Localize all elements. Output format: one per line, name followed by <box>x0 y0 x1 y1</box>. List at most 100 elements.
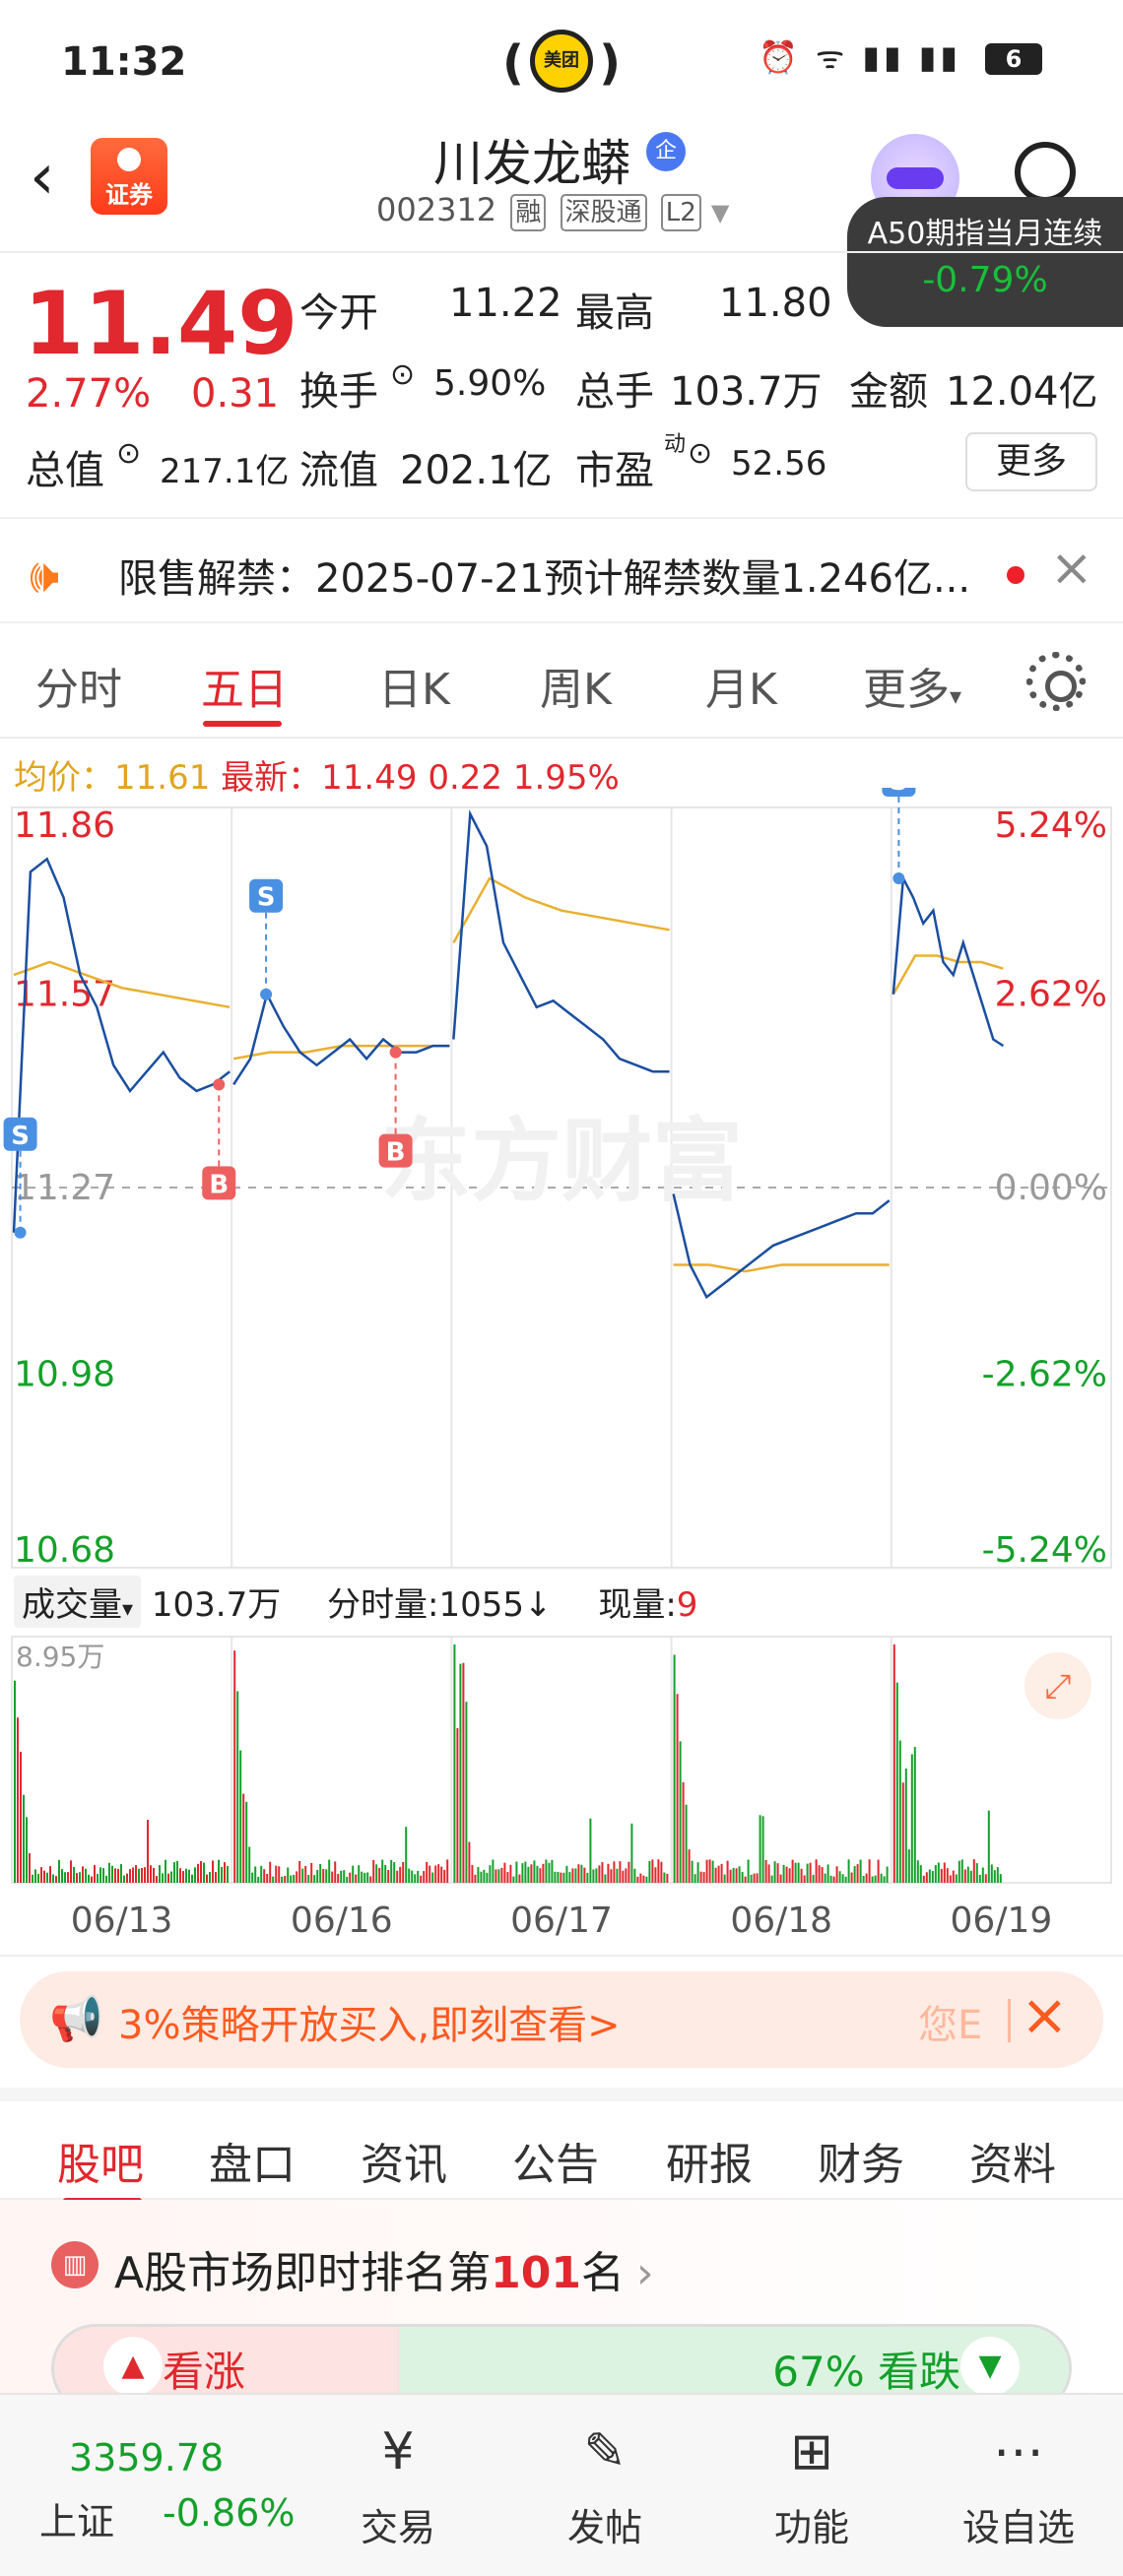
quote-panel: 11.49 2.77% 0.31 今开 11.22 最高 11.80 换手 ⊙ … <box>0 251 1123 497</box>
bull-label[interactable]: 看涨 <box>163 2339 245 2399</box>
back-icon[interactable]: ‹ <box>30 146 55 209</box>
volume-bar <box>720 1863 723 1883</box>
index-name[interactable]: 上证 <box>39 2491 114 2545</box>
x-label: 06/16 <box>291 1900 393 1941</box>
price-line-06/17 <box>452 808 670 1073</box>
nav-add-watchlist[interactable]: ⋯ 设自选 <box>950 2422 1088 2551</box>
volume-bar <box>369 1876 372 1883</box>
tab-monthly-k[interactable]: 月K <box>705 654 777 717</box>
tab-daily-k[interactable]: 日K <box>378 654 450 717</box>
promo-text[interactable]: 3%策略开放买入,即刻查看> <box>118 1993 621 2050</box>
volume-bar <box>619 1861 622 1883</box>
tab-guba[interactable]: 股吧 <box>57 2129 144 2192</box>
volume-bar <box>826 1864 829 1883</box>
volume-bar <box>993 1870 996 1883</box>
marker-label: S <box>890 788 908 797</box>
tab-announcement[interactable]: 公告 <box>512 2129 599 2192</box>
tab-finance[interactable]: 财务 <box>818 2129 904 2192</box>
volume-bar <box>215 1872 217 1883</box>
volume-bar <box>782 1865 785 1883</box>
info-icon[interactable]: ⊙ <box>688 436 712 471</box>
promo-banner[interactable]: 📢 3%策略开放买入,即刻查看> 您E × <box>20 1971 1103 2068</box>
tab-weekly-k[interactable]: 周K <box>540 654 612 717</box>
vote-down-icon[interactable]: ▼ <box>960 2337 1020 2396</box>
volume-bar <box>91 1876 93 1883</box>
volume-bar <box>943 1862 946 1883</box>
volume-bar <box>396 1870 399 1883</box>
volume-bar <box>352 1865 355 1883</box>
notice-bar[interactable]: 🕪 限售解禁：2025-07-21预计解禁数量1.246亿... × <box>0 517 1123 623</box>
tab-profile[interactable]: 资料 <box>969 2129 1056 2192</box>
more-button[interactable]: 更多 <box>965 432 1097 491</box>
search-icon[interactable] <box>1015 142 1076 203</box>
volume-bar <box>14 1680 16 1883</box>
volume-bar <box>636 1876 639 1883</box>
volume-panel-frame <box>11 1636 1112 1884</box>
volume-bar <box>156 1876 158 1883</box>
volume-bar <box>963 1869 966 1883</box>
volume-bar <box>898 1740 901 1883</box>
app-logo[interactable]: 证券 <box>91 138 167 215</box>
volume-bar <box>82 1866 84 1883</box>
info-icon[interactable]: ⊙ <box>116 436 141 471</box>
bear-label[interactable]: 67% 看跌 <box>772 2339 960 2399</box>
market-rank-card[interactable]: ▥ A股市场即时排名第101名 › ▲ 看涨 67% 看跌 ▼ <box>0 2200 1123 2413</box>
index-value[interactable]: 3359.78 <box>69 2436 224 2479</box>
app-logo-text: 证券 <box>105 181 153 209</box>
tab-research[interactable]: 研报 <box>666 2129 753 2192</box>
tab-five-day[interactable]: 五日 <box>201 654 288 717</box>
speaker-icon: 🕪 <box>30 548 60 604</box>
volume-bar <box>281 1876 284 1883</box>
dropdown-icon[interactable]: ▼ <box>711 199 729 226</box>
volume-bar <box>260 1865 263 1883</box>
volume-bar <box>465 1702 468 1883</box>
volume-bar <box>883 1876 886 1883</box>
info-icon[interactable]: ⊙ <box>390 357 415 392</box>
volume-bar <box>969 1870 972 1883</box>
volume-bar <box>233 1650 236 1883</box>
volume-bar <box>185 1868 187 1883</box>
volume-bar <box>399 1866 402 1883</box>
volume-bar <box>533 1860 536 1883</box>
x-label: 06/17 <box>510 1900 613 1941</box>
vote-up-icon[interactable]: ▲ <box>103 2337 163 2396</box>
volume-bar <box>381 1859 384 1883</box>
five-day-chart[interactable]: 东方财富11.86 5.24%11.57 2.62%11.27 0.00%10.98-… <box>0 788 1123 1969</box>
volume-bar <box>423 1871 426 1883</box>
volume-bar <box>495 1869 497 1883</box>
nav-functions[interactable]: ⊞ 功能 <box>743 2422 881 2551</box>
volume-bar <box>682 1781 685 1883</box>
notice-text[interactable]: 限售解禁：2025-07-21预计解禁数量1.246亿... <box>118 547 970 604</box>
y-tick-right: 2.62% <box>995 975 1107 1015</box>
volume-label: 成交量 <box>22 1585 122 1625</box>
volume-bar <box>147 1820 149 1883</box>
nav-post[interactable]: ✎ 发帖 <box>536 2422 674 2551</box>
turnover-value: 5.90% <box>433 363 547 404</box>
volume-bar <box>536 1865 539 1883</box>
gear-icon[interactable] <box>1026 652 1086 711</box>
volume-bar <box>468 1841 471 1883</box>
volume-bar <box>446 1859 449 1883</box>
avg-line-06/17 <box>452 876 670 944</box>
volume-bar <box>838 1871 841 1883</box>
tab-more[interactable]: 更多▾ <box>863 654 961 717</box>
volume-bar <box>32 1874 33 1883</box>
tab-intraday[interactable]: 分时 <box>35 654 122 717</box>
nav-trade[interactable]: ¥ 交易 <box>329 2422 467 2551</box>
index-pct[interactable]: -0.86% <box>163 2491 295 2535</box>
volume-dropdown[interactable]: 成交量▾ <box>14 1576 142 1628</box>
volume-bar <box>676 1694 679 1883</box>
close-icon[interactable]: × <box>1021 1981 1069 2048</box>
volume-bar <box>402 1861 405 1883</box>
more-dots-icon: ⋯ <box>993 2422 1044 2481</box>
stock-name: 川发龙蟒 <box>433 135 630 192</box>
volume-bar <box>40 1867 42 1883</box>
volume-bar <box>660 1861 663 1883</box>
rank-text[interactable]: A股市场即时排名第101名 › <box>114 2237 654 2300</box>
close-icon[interactable]: × <box>1050 539 1093 598</box>
high-label: 最高 <box>575 290 654 336</box>
volume-bar <box>542 1863 545 1883</box>
tab-pankou[interactable]: 盘口 <box>209 2129 296 2192</box>
tab-news[interactable]: 资讯 <box>361 2129 447 2192</box>
volume-bar <box>907 1849 910 1883</box>
